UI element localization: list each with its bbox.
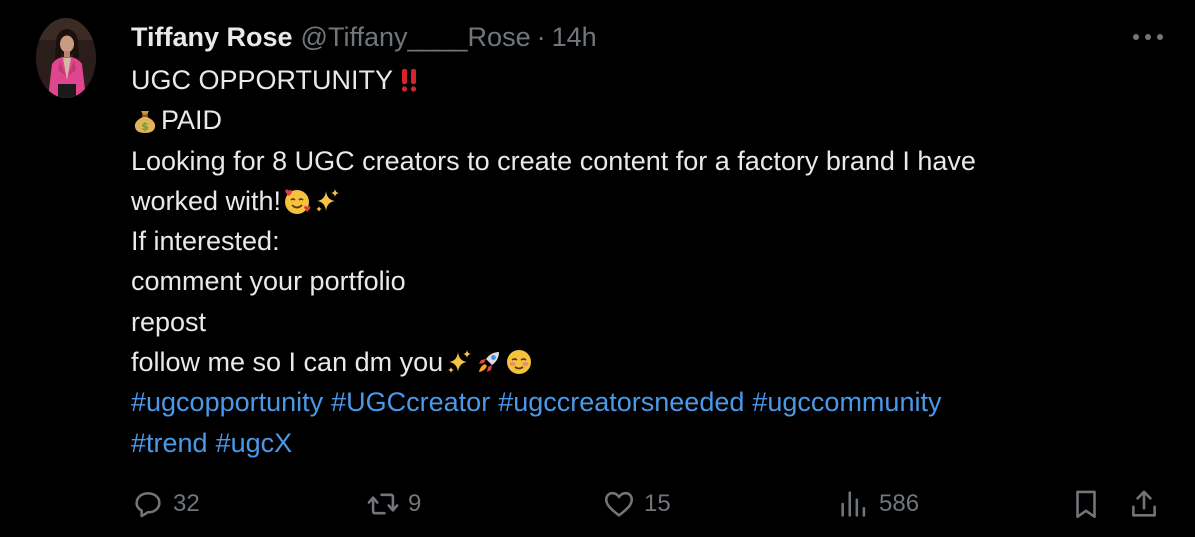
tweet-line-text: If interested: [131,226,280,257]
view-count: 586 [879,490,920,517]
user-handle[interactable]: @Tiffany____Rose [301,22,531,53]
display-name[interactable]: Tiffany Rose [131,22,293,53]
hashtag-link[interactable]: #UGCcreator [331,382,490,422]
tweet-text: UGC OPPORTUNITY $ PAID Looking for 8 UGC… [131,60,1171,463]
tweet-line: If interested: [131,221,1171,261]
tweet-line-text: Looking for 8 UGC creators to create con… [131,145,976,176]
tweet-line: worked with! [131,181,1171,221]
views-button[interactable]: 586 [837,484,919,524]
more-dots-icon [1133,34,1163,40]
sparkles-icon [313,187,341,215]
bookmark-icon [1076,490,1096,519]
more-options-button[interactable] [1128,24,1168,50]
double-exclamation-icon [395,66,423,94]
tweet-line: UGC OPPORTUNITY [131,60,1171,100]
reply-count: 32 [173,490,200,517]
heart-icon [604,491,634,517]
tweet-line-text: repost [131,306,207,337]
views-chart-icon [841,491,866,517]
bookmark-button[interactable] [1069,484,1103,524]
tweet-line: follow me so I can dm you [131,342,1171,382]
profile-photo [36,18,96,98]
tweet-line-text: worked with! [131,185,282,216]
rocket-icon [475,348,503,376]
share-icon [1132,490,1156,517]
tweet-line-text: follow me so I can dm you [131,347,444,378]
smiling-face-icon [505,348,533,376]
reply-button[interactable]: 32 [131,484,200,524]
money-bag-icon: $ [131,106,159,134]
timestamp[interactable]: 14h [552,22,597,53]
tweet-line-text: PAID [161,105,223,136]
avatar[interactable] [36,18,96,98]
like-count: 15 [644,490,671,517]
hashtag-line: #trend #ugcX [131,423,1171,463]
repost-count: 9 [408,490,422,517]
tweet-line-text: UGC OPPORTUNITY [131,65,394,95]
like-button[interactable]: 15 [602,484,671,524]
repost-button[interactable]: 9 [366,484,421,524]
repost-icon [367,493,399,515]
reply-icon [135,492,161,518]
hashtag-line: #ugcopportunity #UGCcreator #ugccreators… [131,382,1171,422]
svg-text:$: $ [141,120,149,133]
hashtag-link[interactable]: #ugcX [216,423,293,463]
tweet[interactable]: Tiffany Rose @Tiffany____Rose · 14h UGC … [0,0,1195,537]
tweet-header: Tiffany Rose @Tiffany____Rose · 14h [131,20,597,54]
tweet-line-text: comment your portfolio [131,266,406,297]
hashtag-link[interactable]: #ugccreatorsneeded [498,382,744,422]
tweet-line: $ PAID [131,100,1171,140]
separator-dot: · [536,21,546,52]
smiling-face-with-hearts-icon [283,187,311,215]
hashtag-link[interactable]: #trend [131,423,208,463]
sparkles-icon [445,348,473,376]
hashtag-link[interactable]: #ugccommunity [752,382,941,422]
tweet-line: comment your portfolio [131,261,1171,301]
tweet-actions: 32 9 15 586 [131,484,1171,524]
share-button[interactable] [1127,484,1161,524]
tweet-line: repost [131,302,1171,342]
hashtag-link[interactable]: #ugcopportunity [131,382,323,422]
tweet-line: Looking for 8 UGC creators to create con… [131,141,1171,181]
